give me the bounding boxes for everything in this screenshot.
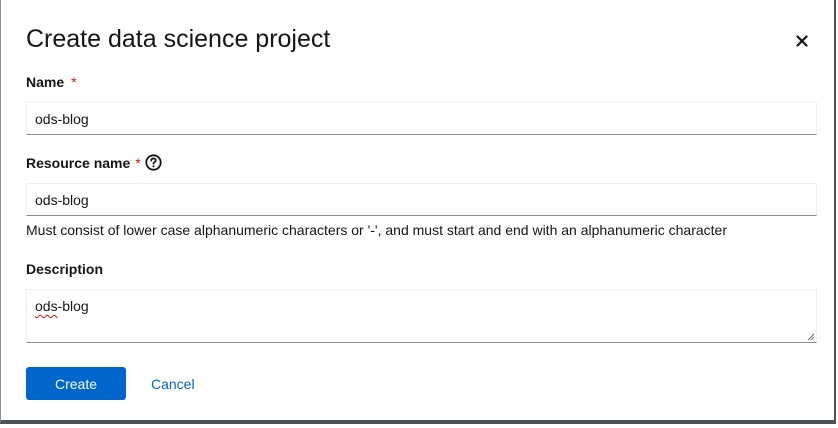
resource-name-label: Resource name (26, 155, 131, 171)
name-label-row: Name * (26, 72, 77, 92)
cancel-button[interactable]: Cancel (139, 367, 207, 400)
help-button[interactable] (145, 154, 163, 172)
description-label: Description (26, 261, 104, 277)
resource-name-required-marker: * (135, 155, 141, 171)
name-required-marker: * (71, 74, 77, 90)
description-label-row: Description (26, 259, 103, 279)
resource-name-helper-text: Must consist of lower case alphanumeric … (26, 222, 728, 238)
name-input[interactable] (26, 102, 817, 135)
question-circle-icon (145, 154, 162, 171)
create-button[interactable]: Create (26, 367, 126, 400)
create-project-modal: Create data science project Name * Resou… (0, 0, 836, 424)
close-button[interactable] (791, 30, 813, 52)
resource-name-input[interactable] (26, 183, 817, 216)
name-label: Name (26, 74, 65, 90)
description-textarea[interactable]: ods-blog (26, 289, 817, 343)
resize-handle-icon[interactable] (806, 332, 815, 341)
close-icon (796, 35, 808, 47)
description-value-rest: -blog (57, 298, 89, 314)
resource-name-label-row: Resource name * (26, 153, 163, 173)
modal-title: Create data science project (26, 25, 331, 53)
description-value-misspelled: ods (35, 298, 58, 314)
